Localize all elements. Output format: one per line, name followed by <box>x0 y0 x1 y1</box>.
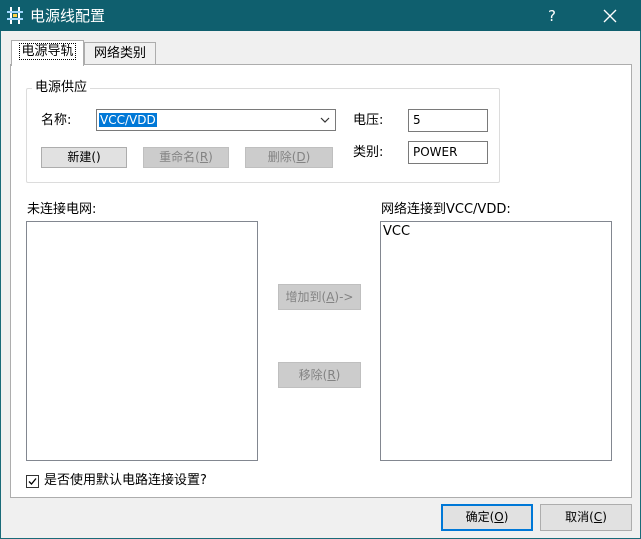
rename-button[interactable]: 重命名(R) <box>143 147 229 168</box>
delete-button[interactable]: 删除(D) <box>245 147 333 168</box>
category-field[interactable]: POWER <box>408 141 488 164</box>
help-button[interactable]: ? <box>538 4 566 28</box>
default-connection-label[interactable]: 是否使用默认电路连接设置? <box>44 473 207 489</box>
name-combobox[interactable]: VCC/VDD <box>96 109 336 131</box>
chevron-down-icon[interactable] <box>315 110 335 130</box>
tab-power-rail-label: 电源导轨 <box>19 43 76 60</box>
delete-button-label: 删除( <box>267 150 297 164</box>
name-label: 名称: <box>41 113 72 128</box>
new-button-label: 新建() <box>67 150 101 164</box>
cancel-button-hotkey: C <box>593 510 603 524</box>
cancel-button[interactable]: 取消(C) <box>540 504 632 531</box>
ok-button-hotkey: O <box>494 510 504 524</box>
window-title: 电源线配置 <box>30 7 106 25</box>
checkmark-icon <box>28 478 37 485</box>
cancel-button-label: 取消( <box>565 510 594 524</box>
remove-button-label: 移除( <box>298 368 328 382</box>
ok-button-label: 确定( <box>465 510 495 524</box>
delete-button-hotkey: D <box>296 150 306 164</box>
category-label: 类别: <box>353 145 384 160</box>
tab-panel: 电源供应 名称: VCC/VDD 电压: 5 类别: POWER 新建() 重命… <box>10 64 632 498</box>
unconnected-nets-list[interactable] <box>26 221 258 461</box>
add-to-button-tail: )-> <box>334 290 354 304</box>
add-to-button[interactable]: 增加到(A)-> <box>278 284 361 310</box>
tab-power-rail[interactable]: 电源导轨 <box>11 40 84 66</box>
title-bar[interactable]: 电源线配置 ? <box>0 0 641 31</box>
rename-button-tail: ) <box>208 150 213 164</box>
close-button[interactable] <box>590 3 630 29</box>
rename-button-label: 重命名( <box>159 150 200 164</box>
remove-button[interactable]: 移除(R) <box>278 362 361 388</box>
add-to-button-label: 增加到( <box>285 290 327 304</box>
ok-button[interactable]: 确定(O) <box>441 504 533 531</box>
unconnected-nets-label: 未连接电网: <box>27 202 97 217</box>
default-connection-checkbox[interactable] <box>26 475 39 488</box>
tab-net-class-label: 网络类别 <box>93 46 146 61</box>
remove-button-hotkey: R <box>327 368 336 382</box>
cancel-button-tail: ) <box>602 510 607 524</box>
ok-button-tail: ) <box>503 510 509 524</box>
connected-nets-label: 网络连接到VCC/VDD: <box>381 202 511 217</box>
power-supply-group <box>26 88 500 183</box>
close-icon <box>603 9 617 23</box>
remove-button-tail: ) <box>335 368 341 382</box>
delete-button-tail: ) <box>305 150 311 164</box>
list-item[interactable]: VCC <box>381 222 611 242</box>
power-rail-icon <box>7 7 23 24</box>
name-combobox-value: VCC/VDD <box>99 113 157 127</box>
voltage-field[interactable]: 5 <box>408 109 488 132</box>
rename-button-hotkey: R <box>199 150 209 164</box>
connected-nets-list[interactable]: VCC <box>380 221 612 461</box>
new-button[interactable]: 新建() <box>41 147 127 168</box>
voltage-label: 电压: <box>353 113 384 128</box>
power-supply-group-title: 电源供应 <box>32 80 91 96</box>
tab-net-class[interactable]: 网络类别 <box>84 42 156 65</box>
